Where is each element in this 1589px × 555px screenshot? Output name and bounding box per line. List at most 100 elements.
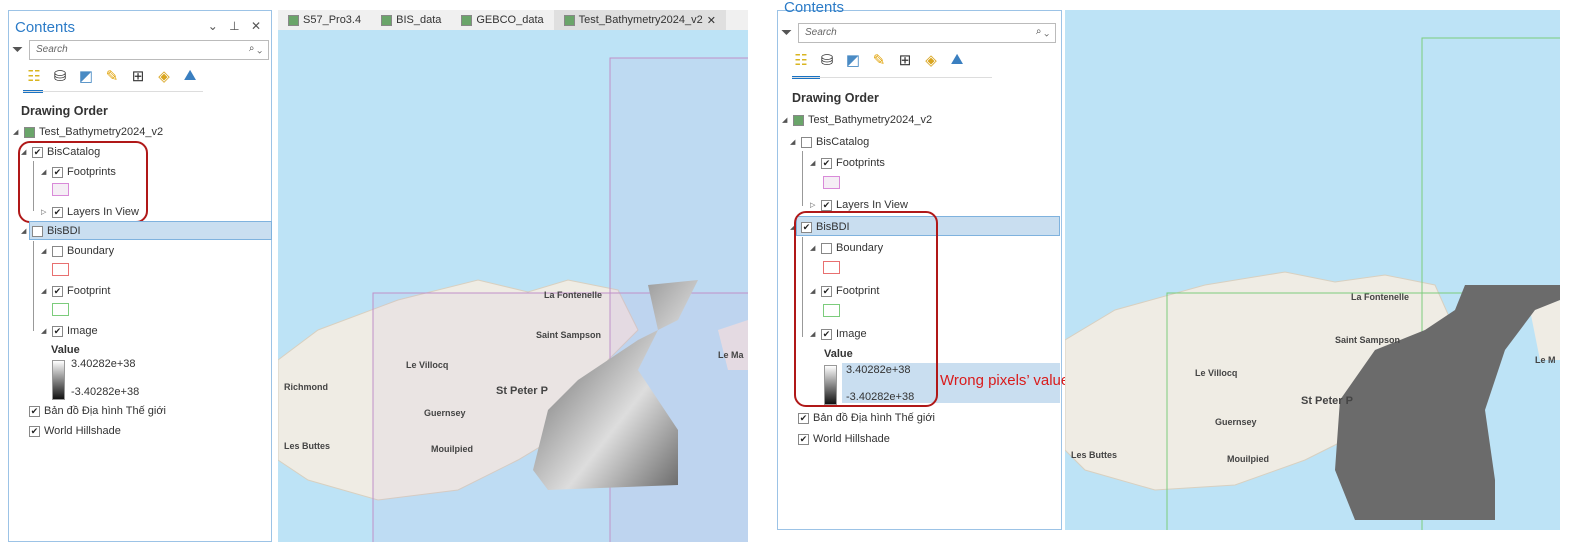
search-placeholder: Search xyxy=(36,44,68,55)
layer-hillshade[interactable]: ✔ World Hillshade xyxy=(798,430,890,448)
checkbox[interactable] xyxy=(32,225,43,237)
checkbox[interactable]: ✔ xyxy=(52,285,63,297)
checkbox[interactable] xyxy=(801,136,812,148)
layer-label: Footprints xyxy=(836,157,885,169)
checkbox[interactable]: ✔ xyxy=(821,199,832,211)
checkbox[interactable]: ✔ xyxy=(29,425,40,437)
layer-basemap[interactable]: ✔ Bản đồ Địa hình Thế giới xyxy=(29,402,166,420)
legend-gradient xyxy=(52,360,65,400)
perspective-icon[interactable]: ⛰ xyxy=(181,67,199,85)
map-view-left[interactable]: La Fontenelle Saint Sampson Le Villocq R… xyxy=(278,30,748,542)
place-label: Richmond xyxy=(284,382,328,392)
checkbox[interactable]: ✔ xyxy=(52,325,63,337)
checkbox[interactable] xyxy=(52,245,63,257)
drawing-order-icon[interactable]: ☷ xyxy=(25,67,43,85)
layer-basemap[interactable]: ✔ Bản đồ Địa hình Thế giới xyxy=(798,409,935,427)
toolbar-divider xyxy=(792,77,992,78)
contents-toolbar: ☷ ⛁ ◩ ✎ ⊞ ◈ ⛰ xyxy=(792,51,966,69)
legend-min: -3.40282e+38 xyxy=(71,386,140,398)
editing-icon[interactable]: ✎ xyxy=(103,67,121,85)
layer-boundary[interactable]: ◢ Boundary xyxy=(41,242,114,260)
layer-hillshade[interactable]: ✔ World Hillshade xyxy=(29,422,121,440)
annotation-wrong-pixels: Wrong pixels’ value xyxy=(940,372,1070,389)
drawing-order-icon[interactable]: ☷ xyxy=(792,51,810,69)
drawing-order-heading: Drawing Order xyxy=(792,91,879,105)
layer-footprint[interactable]: ◢ ✔ Footprint xyxy=(41,282,110,300)
tab-test-bathymetry[interactable]: Test_Bathymetry2024_v2 ✕ xyxy=(553,10,726,30)
search-placeholder: Search xyxy=(805,27,837,38)
checkbox[interactable]: ✔ xyxy=(821,157,832,169)
checkbox[interactable]: ✔ xyxy=(798,412,809,424)
map-icon xyxy=(381,14,393,26)
layer-label: Bản đồ Địa hình Thế giới xyxy=(44,405,166,417)
search-icon[interactable]: ⌕ ⌄ xyxy=(249,43,262,54)
map-item[interactable]: ◢ Test_Bathymetry2024_v2 xyxy=(782,111,932,129)
layer-image[interactable]: ◢ ✔ Image xyxy=(41,322,98,340)
pane-title: Contents xyxy=(784,0,845,16)
data-source-icon[interactable]: ⛁ xyxy=(818,51,836,69)
close-icon[interactable]: ✕ xyxy=(707,14,716,27)
search-input[interactable]: Search ⌕ ⌄ xyxy=(798,23,1056,43)
tab-gebco-data[interactable]: GEBCO_data xyxy=(451,10,553,30)
contents-pane-left: Contents ⌄ ⊥ ✕ ⏷ Search ⌕ ⌄ ☷ ⛁ ◩ ✎ ⊞ ◈ ⛰ Drawi… xyxy=(8,10,272,542)
pane-controls[interactable]: ⌄ ⊥ ✕ xyxy=(208,19,265,33)
tab-label: S57_Pro3.4 xyxy=(303,14,362,26)
highlight-box xyxy=(18,141,148,223)
legend-value-label: Value xyxy=(51,344,80,356)
boundary-symbol[interactable] xyxy=(52,263,69,276)
selection-icon[interactable]: ◩ xyxy=(77,67,95,85)
place-label: Le Villocq xyxy=(406,360,449,370)
tab-bis-data[interactable]: BIS_data xyxy=(371,10,451,30)
place-label: La Fontenelle xyxy=(544,290,603,300)
layer-label: Bản đồ Địa hình Thế giới xyxy=(813,412,935,424)
perspective-icon[interactable]: ⛰ xyxy=(948,51,966,69)
tab-s57[interactable]: S57_Pro3.4 xyxy=(278,10,371,30)
map-icon xyxy=(461,14,473,26)
footprints-symbol[interactable] xyxy=(823,176,840,189)
place-label: Le M xyxy=(1535,355,1556,365)
tree-line xyxy=(33,241,34,331)
layer-label: Image xyxy=(67,325,98,337)
layer-footprints[interactable]: ◢ ✔ Footprints xyxy=(810,154,885,172)
map-icon xyxy=(793,114,804,126)
map-icon xyxy=(563,14,575,26)
toolbar-divider xyxy=(23,91,203,92)
place-label: Mouilpied xyxy=(1227,454,1269,464)
place-label: St Peter P xyxy=(496,385,548,397)
layer-label: Layers In View xyxy=(836,199,908,211)
place-label: Guernsey xyxy=(1215,417,1257,427)
filter-icon[interactable]: ⏷ xyxy=(12,41,23,58)
map-graphics xyxy=(1065,37,1560,530)
layer-label: Boundary xyxy=(67,245,115,257)
search-input[interactable]: Search ⌕ ⌄ xyxy=(29,40,269,60)
checkbox[interactable]: ✔ xyxy=(798,433,809,445)
layer-label: World Hillshade xyxy=(813,433,890,445)
selection-icon[interactable]: ◩ xyxy=(844,51,862,69)
place-label: St Peter P xyxy=(1301,395,1353,407)
footprint-symbol[interactable] xyxy=(52,303,69,316)
tab-label: Test_Bathymetry2024_v2 xyxy=(578,14,703,26)
map-icon xyxy=(24,126,35,138)
layer-label: Footprint xyxy=(67,285,111,297)
layer-bisbdi[interactable]: ◢ BisBDI xyxy=(21,222,81,240)
place-label: Le Villocq xyxy=(1195,368,1238,378)
map-view-right[interactable]: La Fontenelle Saint Sampson Le Villocq G… xyxy=(1065,10,1560,530)
tree-line xyxy=(802,151,803,206)
map-tabs: S57_Pro3.4 BIS_data GEBCO_data Test_Bath… xyxy=(278,10,748,30)
tab-label: BIS_data xyxy=(396,14,442,26)
snapping-icon[interactable]: ⊞ xyxy=(129,67,147,85)
data-source-icon[interactable]: ⛁ xyxy=(51,67,69,85)
checkbox[interactable]: ✔ xyxy=(29,405,40,417)
snapping-icon[interactable]: ⊞ xyxy=(896,51,914,69)
map-item[interactable]: ◢ Test_Bathymetry2024_v2 xyxy=(13,123,163,141)
tab-label: GEBCO_data xyxy=(476,14,544,26)
layer-label: World Hillshade xyxy=(44,425,121,437)
filter-icon[interactable]: ⏷ xyxy=(781,24,792,41)
labeling-icon[interactable]: ◈ xyxy=(922,51,940,69)
map-graphics xyxy=(278,57,748,542)
layer-biscatalog[interactable]: ◢ BisCatalog xyxy=(790,133,869,151)
labeling-icon[interactable]: ◈ xyxy=(155,67,173,85)
editing-icon[interactable]: ✎ xyxy=(870,51,888,69)
search-icon[interactable]: ⌕ ⌄ xyxy=(1036,26,1049,37)
legend-max: 3.40282e+38 xyxy=(71,358,136,370)
